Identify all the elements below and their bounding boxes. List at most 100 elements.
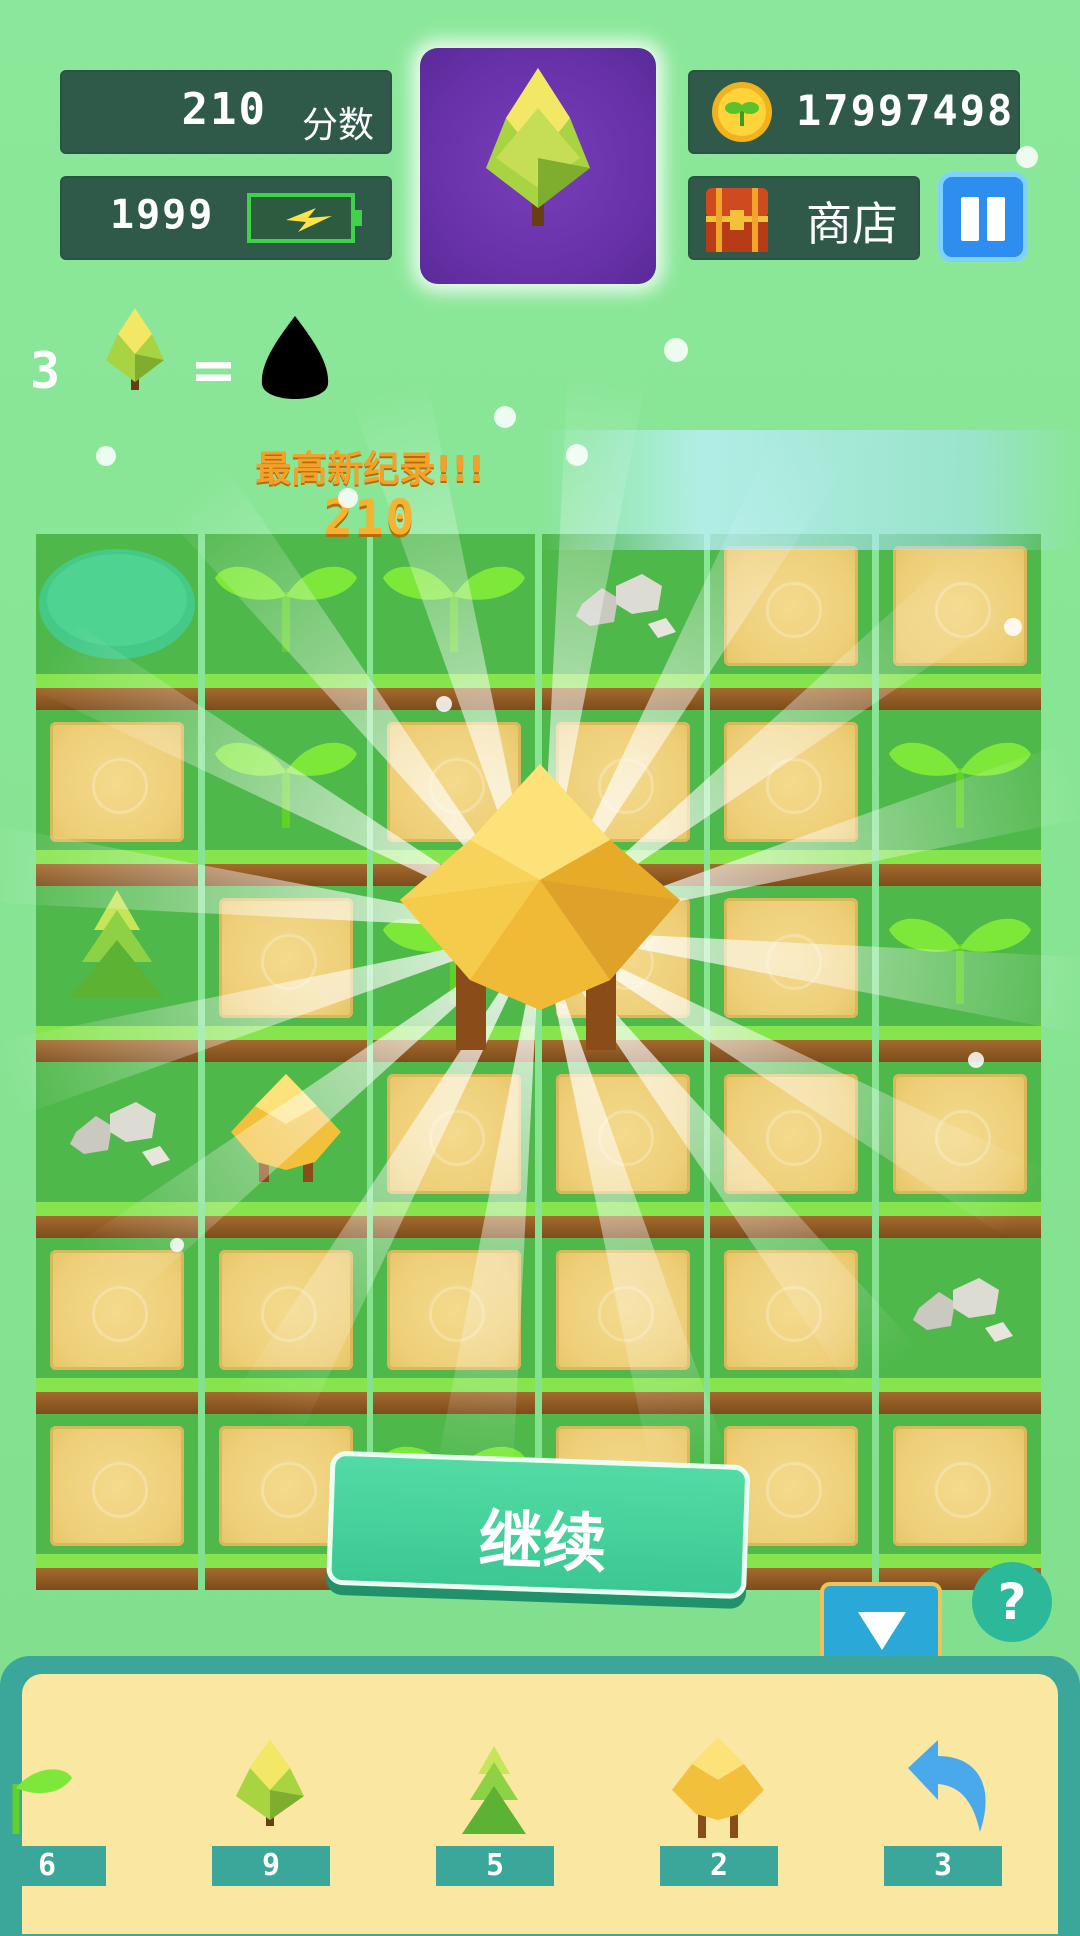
tray-item-count: 2 xyxy=(660,1846,778,1886)
tile-soil xyxy=(710,864,872,886)
tray-item-sprout[interactable]: 6 xyxy=(0,1734,116,1914)
grid-cell[interactable] xyxy=(204,1238,367,1414)
sprout-icon xyxy=(888,918,1031,1004)
grid-cell[interactable] xyxy=(204,534,367,710)
sprout-icon xyxy=(214,742,357,828)
sprout-icon xyxy=(214,566,357,652)
tray-item-count: 9 xyxy=(212,1846,330,1886)
undo-button[interactable]: 3 xyxy=(872,1734,1012,1914)
grid-cell[interactable] xyxy=(878,886,1041,1062)
tile-rim xyxy=(541,1378,704,1392)
tile-soil xyxy=(204,688,367,710)
tile-rim xyxy=(710,1378,872,1392)
pond-icon xyxy=(39,549,195,659)
tile-soil xyxy=(204,1040,367,1062)
tile-soil xyxy=(710,688,872,710)
score-value: 210 xyxy=(181,84,267,135)
energy-panel: 1999 xyxy=(60,176,392,260)
shop-button[interactable]: 商店 xyxy=(688,176,920,260)
item-tray: 6 9 5 2 3 xyxy=(0,1656,1080,1936)
tray-item-count: 6 xyxy=(0,1846,106,1886)
tile-rim xyxy=(204,1378,367,1392)
rocks-icon xyxy=(70,1102,170,1166)
unknown-silhouette-icon xyxy=(261,316,329,399)
tile-soil xyxy=(541,688,704,710)
score-panel: 210 分数 xyxy=(60,70,392,154)
new-record-title: 最高新纪录!!! xyxy=(255,449,485,490)
pine-tree-icon xyxy=(70,890,164,998)
help-button[interactable]: ? xyxy=(972,1562,1052,1642)
grid-cell[interactable] xyxy=(710,1062,872,1238)
tile-soil xyxy=(878,688,1041,710)
empty-sand-slot xyxy=(218,898,353,1018)
tile-rim xyxy=(204,674,367,688)
tile-rim xyxy=(373,674,535,688)
item-tray-inner: 6 9 5 2 3 xyxy=(0,1674,1058,1934)
tile-rim xyxy=(541,674,704,688)
tile-rim xyxy=(710,674,872,688)
tray-item-yellow-bush[interactable]: 9 xyxy=(200,1734,340,1914)
grid-cell[interactable] xyxy=(36,534,198,710)
tile-soil xyxy=(878,1392,1041,1414)
sparkle xyxy=(170,1238,184,1252)
tile-rim xyxy=(710,1202,872,1216)
tile-soil xyxy=(710,1216,872,1238)
empty-sand-slot xyxy=(555,1250,690,1370)
shop-label: 商店 xyxy=(806,197,898,251)
tile-rim xyxy=(36,1026,198,1040)
yellow-bush-icon xyxy=(106,308,164,390)
sparkle xyxy=(664,338,688,362)
grid-cell[interactable] xyxy=(373,1238,535,1414)
grid-cell[interactable] xyxy=(710,1238,872,1414)
grid-cell[interactable] xyxy=(36,1414,198,1590)
pause-button[interactable] xyxy=(938,172,1028,262)
empty-sand-slot xyxy=(387,1074,521,1194)
grid-cell[interactable] xyxy=(541,1062,704,1238)
grid-cell[interactable] xyxy=(36,1238,198,1414)
tray-item-pine[interactable]: 5 xyxy=(424,1734,564,1914)
tile-soil xyxy=(373,1216,535,1238)
undo-arrow-icon xyxy=(908,1740,986,1832)
grid-cell[interactable] xyxy=(373,1062,535,1238)
grid-cell[interactable] xyxy=(373,534,535,710)
sparkle xyxy=(96,446,116,466)
tray-item-golden-tree[interactable]: 2 xyxy=(648,1734,788,1914)
empty-sand-slot xyxy=(555,1074,690,1194)
grid-cell[interactable] xyxy=(36,1062,198,1238)
grid-cell[interactable] xyxy=(878,1238,1041,1414)
grid-cell[interactable] xyxy=(36,886,198,1062)
empty-sand-slot xyxy=(724,1250,858,1370)
tile-soil xyxy=(373,688,535,710)
coins-panel: 17997498 xyxy=(688,70,1020,154)
grid-cell[interactable] xyxy=(204,710,367,886)
grid-cell[interactable] xyxy=(204,886,367,1062)
tile-soil xyxy=(36,864,198,886)
equals-sign: = xyxy=(190,338,237,403)
pine-tree-icon xyxy=(462,1746,526,1834)
grid-cell[interactable] xyxy=(878,1062,1041,1238)
grid-cell[interactable] xyxy=(710,710,872,886)
grid-cell[interactable] xyxy=(204,1062,367,1238)
next-item-preview xyxy=(420,48,656,284)
empty-sand-slot xyxy=(724,722,858,842)
tile-soil xyxy=(878,1216,1041,1238)
empty-sand-slot xyxy=(50,722,184,842)
grid-cell[interactable] xyxy=(541,1238,704,1414)
continue-button[interactable]: 继续 xyxy=(326,1450,757,1616)
new-record-value: 210 xyxy=(323,490,417,546)
grid-cell[interactable] xyxy=(36,710,198,886)
tile-soil xyxy=(878,1040,1041,1062)
tile-soil xyxy=(878,864,1041,886)
tile-rim xyxy=(204,1202,367,1216)
rocks-icon xyxy=(575,574,676,638)
collapse-tray-button[interactable] xyxy=(820,1582,942,1662)
tile-rim xyxy=(710,1026,872,1040)
grid-cell[interactable] xyxy=(541,534,704,710)
grid-cell[interactable] xyxy=(710,886,872,1062)
record-banner xyxy=(540,430,1080,550)
grid-cell[interactable] xyxy=(878,710,1041,886)
empty-sand-slot xyxy=(724,546,858,666)
tile-rim xyxy=(878,1026,1041,1040)
tile-soil xyxy=(36,688,198,710)
grid-cell[interactable] xyxy=(710,534,872,710)
